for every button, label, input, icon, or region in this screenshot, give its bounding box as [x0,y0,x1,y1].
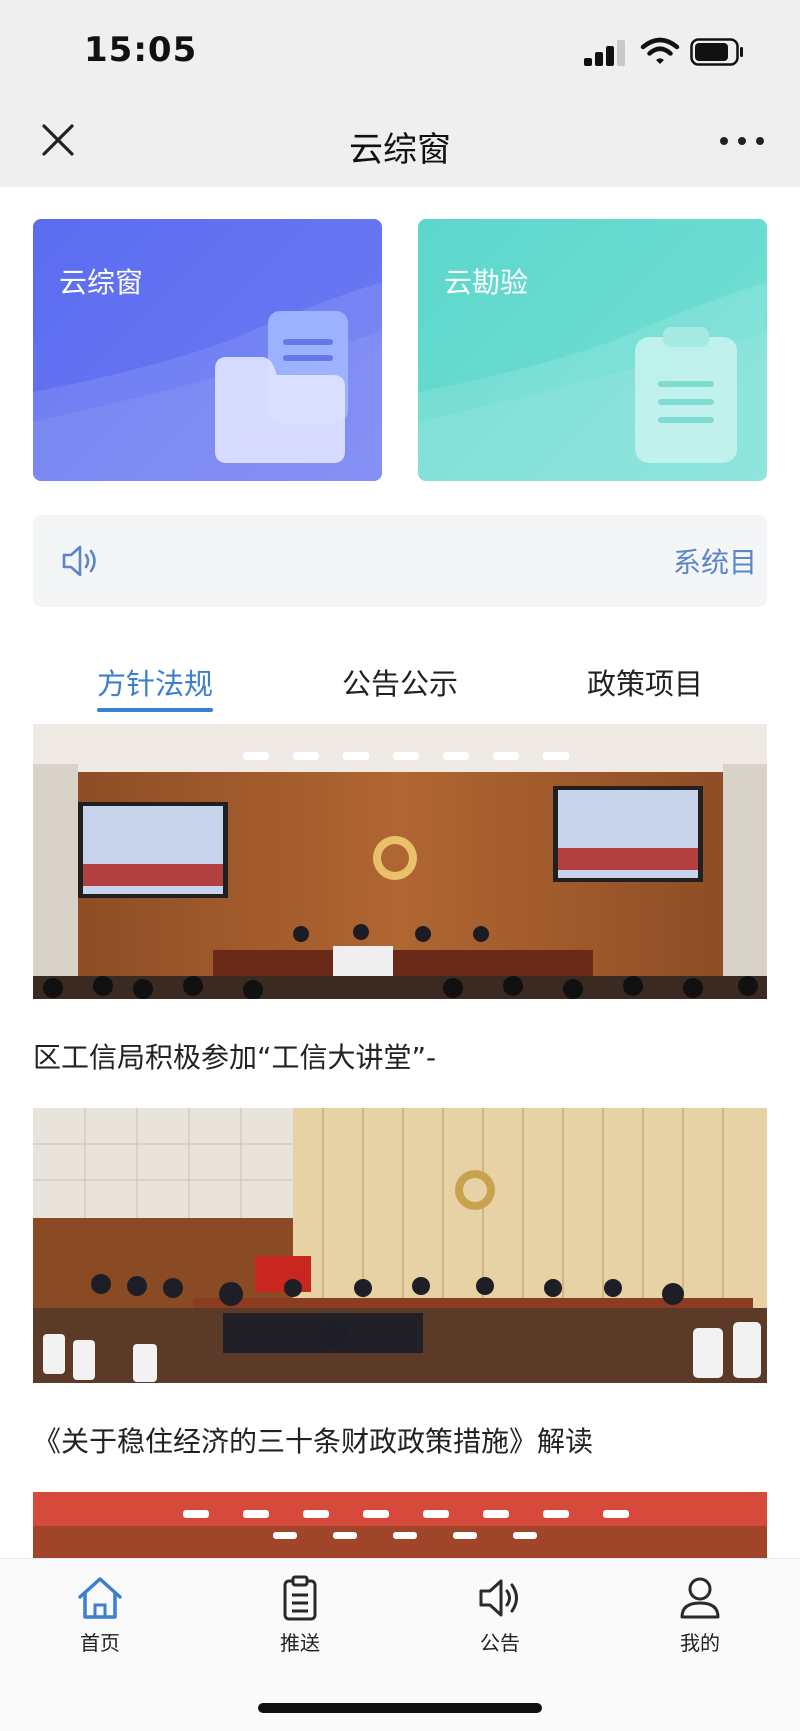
bottom-tab-label: 我的 [680,1631,720,1655]
page-title: 云综窗 [349,130,451,170]
speaker-icon [62,545,96,577]
bottom-tab-label: 公告 [480,1631,520,1655]
card-label: 云综窗 [59,266,144,299]
card-yunzongchuang[interactable]: 云综窗 [33,219,382,481]
bottom-tab-label: 推送 [280,1631,320,1655]
bottom-tab-announcement[interactable]: 公告 [450,1575,550,1665]
bottom-tab-label: 首页 [80,1631,120,1655]
battery-icon [690,38,743,66]
bottom-tab-mine[interactable]: 我的 [650,1575,750,1665]
document-folder-icon [33,282,382,481]
clipboard-icon [418,282,767,481]
tab-zhengce-xiangmu[interactable]: 政策项目 [587,661,703,703]
card-label: 云勘验 [444,266,529,299]
news-image[interactable] [33,1492,767,1558]
status-time: 15:05 [84,30,198,70]
bottom-tab-push[interactable]: 推送 [250,1575,350,1665]
speaker-icon [479,1579,518,1617]
tab-fangzhen-fagui[interactable]: 方针法规 [97,661,213,703]
category-tabs: 方针法规 公告公示 政策项目 [0,655,800,715]
news-image[interactable] [33,724,767,999]
notice-text: 系统目 [673,546,758,579]
bottom-tab-bar: 首页 推送 公告 我的 [0,1558,800,1731]
person-icon [680,1577,720,1619]
active-tab-indicator [97,708,213,712]
card-yunkanyan[interactable]: 云勘验 [418,219,767,481]
home-indicator [258,1703,542,1713]
wifi-icon [640,37,680,64]
more-options-icon[interactable] [716,126,768,156]
clipboard-icon [283,1575,317,1621]
news-title[interactable]: 区工信局积极参加“工信大讲堂”- [33,1036,436,1076]
cellular-signal-icon [584,40,626,66]
notice-bar[interactable]: 系统目 [33,515,767,607]
bottom-tab-home[interactable]: 首页 [50,1575,150,1665]
home-icon [78,1577,122,1619]
news-image[interactable] [33,1108,767,1383]
status-bar: 15:05 [0,0,800,100]
nav-bar: 云综窗 [0,100,800,187]
tab-gonggao-gongshi[interactable]: 公告公示 [342,661,458,703]
news-title[interactable]: 《关于稳住经济的三十条财政政策措施》解读 [33,1420,593,1460]
